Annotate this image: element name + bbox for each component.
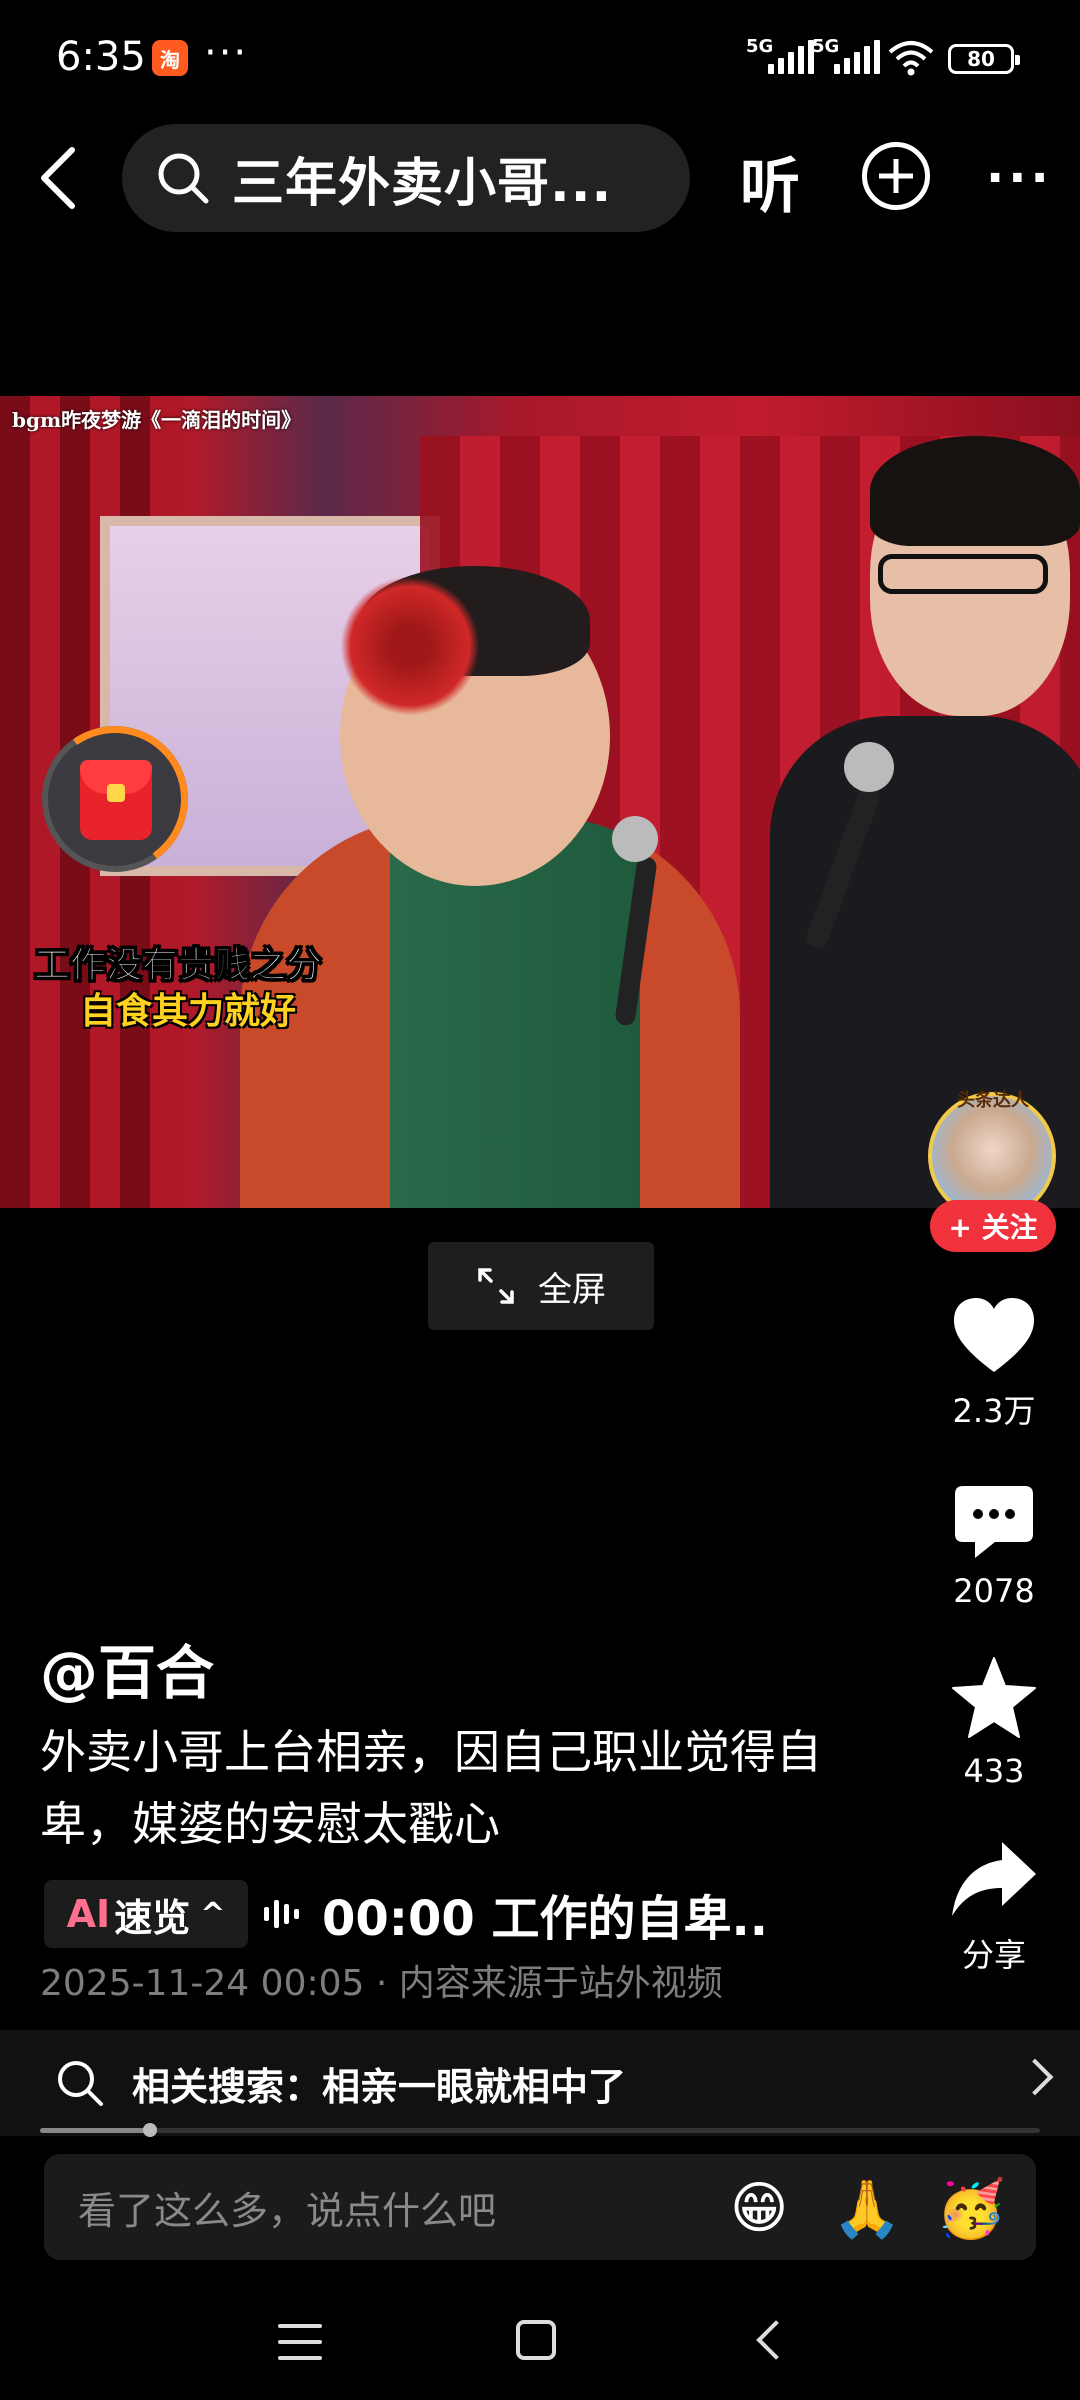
signal-icon bbox=[768, 38, 814, 74]
video-frame-person bbox=[870, 436, 1080, 546]
audio-wave-icon bbox=[264, 1894, 304, 1934]
avatar-badge: 头条达人 bbox=[957, 1090, 1029, 1111]
share-button[interactable]: 分享 bbox=[934, 1838, 1054, 1976]
back-button[interactable] bbox=[28, 140, 88, 216]
video-frame-flower bbox=[340, 576, 480, 716]
related-search-text: 相关搜索：相亲一眼就相中了 bbox=[132, 2064, 627, 2109]
author-name[interactable]: @百合 bbox=[40, 1626, 214, 1710]
progress-fill bbox=[40, 2128, 150, 2133]
ai-logo-icon: AI bbox=[66, 1892, 111, 1936]
ai-summary-text[interactable]: 00:00 工作的自卑.. bbox=[322, 1879, 768, 1949]
more-notifications-icon: ··· bbox=[204, 30, 249, 76]
wifi-icon bbox=[888, 41, 934, 76]
pray-emoji-button[interactable]: 🙏 bbox=[832, 2176, 902, 2242]
video-frame-glasses bbox=[878, 554, 1048, 594]
video-subtitle: 自食其力就好 bbox=[80, 991, 297, 1032]
video-subtitle: 工作没有贵贱之分 bbox=[33, 945, 323, 987]
ai-summary-button[interactable]: AI 速览 ^ bbox=[44, 1880, 248, 1948]
back-icon[interactable] bbox=[756, 2320, 796, 2360]
follow-button[interactable]: + 关注 bbox=[930, 1200, 1056, 1252]
battery-indicator: 80 bbox=[948, 44, 1020, 74]
fullscreen-label: 全屏 bbox=[538, 1269, 606, 1310]
star-icon bbox=[952, 1657, 1036, 1738]
bgm-caption: bgm昨夜梦游《一滴泪的时间》 bbox=[12, 408, 302, 432]
share-icon bbox=[952, 1842, 1036, 1916]
red-envelope-button[interactable] bbox=[30, 714, 200, 884]
like-count: 2.3万 bbox=[952, 1392, 1036, 1430]
home-icon[interactable] bbox=[516, 2320, 556, 2360]
chevron-up-icon: ^ bbox=[200, 1896, 226, 1932]
back-arrow-icon bbox=[41, 147, 75, 209]
like-button[interactable]: 2.3万 bbox=[934, 1296, 1054, 1432]
add-icon[interactable] bbox=[862, 142, 930, 210]
search-icon bbox=[58, 2061, 103, 2106]
post-title: 外卖小哥上台相亲，因自己职业觉得自卑，媒婆的安慰太戳心 bbox=[40, 1725, 822, 1851]
ai-summary-row: AI 速览 ^ 00:00 工作的自卑.. bbox=[44, 1880, 768, 1948]
red-envelope-icon bbox=[80, 760, 152, 840]
listen-button[interactable]: 听 bbox=[740, 138, 800, 225]
system-nav-bar bbox=[0, 2290, 1080, 2400]
expand-icon bbox=[478, 1268, 514, 1304]
comment-icon bbox=[955, 1486, 1033, 1558]
grin-emoji-button[interactable]: 😁 bbox=[730, 2176, 788, 2241]
clock: 6:35 bbox=[56, 34, 146, 80]
search-bar[interactable]: 三年外卖小哥... bbox=[122, 124, 690, 232]
heart-icon bbox=[954, 1298, 1034, 1372]
party-emoji-button[interactable]: 🥳 bbox=[936, 2176, 1006, 2242]
share-label: 分享 bbox=[961, 1936, 1026, 1974]
post-meta: 2025-11-24 00:05 · 内容来源于站外视频 bbox=[40, 1963, 723, 2004]
microphone bbox=[612, 816, 658, 862]
video-progress-bar[interactable] bbox=[40, 2123, 1040, 2137]
comment-button[interactable]: 2078 bbox=[934, 1484, 1054, 1610]
favorite-button[interactable]: 433 bbox=[934, 1656, 1054, 1790]
search-query: 三年外卖小哥... bbox=[232, 153, 613, 214]
recents-icon[interactable] bbox=[278, 2324, 322, 2360]
status-bar: 6:35 淘 ··· 5G 5G 80 bbox=[0, 0, 1080, 120]
related-search[interactable]: 相关搜索：相亲一眼就相中了 bbox=[0, 2030, 1080, 2136]
chevron-right-icon bbox=[1016, 2058, 1054, 2096]
comment-placeholder: 看了这么多，说点什么吧 bbox=[78, 2188, 497, 2233]
comment-count: 2078 bbox=[953, 1572, 1035, 1610]
progress-knob[interactable] bbox=[143, 2123, 157, 2137]
signal-icon bbox=[834, 38, 880, 74]
more-options-icon[interactable]: ··· bbox=[986, 150, 1053, 206]
ai-summary-label: 速览 bbox=[114, 1895, 191, 1940]
search-icon bbox=[158, 153, 209, 204]
favorite-count: 433 bbox=[963, 1752, 1025, 1790]
microphone bbox=[844, 742, 894, 792]
fullscreen-button[interactable]: 全屏 bbox=[428, 1242, 654, 1330]
taobao-notification-icon: 淘 bbox=[152, 40, 188, 76]
